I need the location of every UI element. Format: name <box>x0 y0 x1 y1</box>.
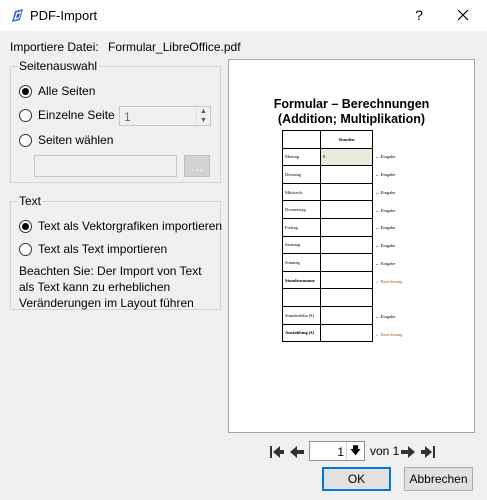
table-row: Stundenlohn (€) <box>282 305 373 325</box>
spinner-buttons[interactable]: ▲ ▼ <box>196 107 210 125</box>
annotation-eingabe: ← Eingabe <box>375 154 396 159</box>
table-row: Stundensumme <box>282 270 373 290</box>
text-group-legend: Text <box>17 194 44 208</box>
import-file-row: Importiere Datei: Formular_LibreOffice.p… <box>10 40 247 54</box>
radio-indicator[interactable] <box>19 133 32 147</box>
radio-indicator[interactable] <box>19 84 32 98</box>
page-number-dropdown-icon[interactable]: 🡇 <box>346 442 364 460</box>
radio-text-vector-label: Text als Vektorgrafiken importieren <box>38 219 223 233</box>
text-import-note: Beachten Sie: Der Import von Text als Te… <box>19 264 202 310</box>
import-file-label: Importiere Datei: <box>10 40 99 54</box>
radio-choose-pages[interactable]: Seiten wählen <box>19 133 113 147</box>
libreoffice-app-icon <box>12 9 23 22</box>
table-row: Dienstag <box>282 165 373 184</box>
page-count-label: von 1 <box>370 444 400 458</box>
annotation-eingabe: ← Eingabe <box>375 314 396 319</box>
table-cell-value: 0 <box>320 147 373 167</box>
previous-page-icon[interactable] <box>288 444 306 460</box>
annotation-eingabe: ← Eingabe <box>375 243 396 248</box>
annotation-eingabe: ← Eingabe <box>375 172 396 177</box>
radio-indicator[interactable] <box>19 242 32 256</box>
table-row: Mittwoch <box>282 182 373 202</box>
first-page-icon[interactable] <box>268 444 286 460</box>
radio-all-pages-label: Alle Seiten <box>38 84 96 98</box>
table-row: Freitag <box>282 217 373 237</box>
import-file-name: Formular_LibreOffice.pdf <box>108 40 241 54</box>
table-row: Montag 0 <box>282 147 373 167</box>
page-range-input[interactable] <box>34 155 177 177</box>
ok-button[interactable]: OK <box>322 467 391 491</box>
table-row <box>282 288 373 307</box>
table-row: Donnerstag <box>282 200 373 219</box>
annotation-berechnung: ← Berechnung <box>375 332 403 337</box>
preview-form-table: Stunden Montag 0 Dienstag Mittwoch Donner… <box>282 130 373 343</box>
table-row: Stunden <box>282 130 373 149</box>
preview-title-line1: Formular – Berechnungen <box>273 97 430 111</box>
preview-title: Formular – Berechnungen (Addition; Multi… <box>229 97 474 127</box>
close-icon[interactable] <box>452 4 474 26</box>
table-row: Sonntag <box>282 253 373 272</box>
page-number-field[interactable]: 1 🡇 <box>309 441 365 461</box>
table-header: Stunden <box>320 130 373 149</box>
last-page-icon[interactable] <box>419 444 437 460</box>
single-page-value: 1 <box>124 110 131 124</box>
window-title: PDF-Import <box>30 8 98 23</box>
annotation-eingabe: ← Eingabe <box>375 208 396 213</box>
spin-down-icon[interactable]: ▼ <box>197 116 210 125</box>
page-number-value: 1 <box>337 445 344 459</box>
title-bar: PDF-Import ? <box>0 0 487 31</box>
spin-up-icon[interactable]: ▲ <box>197 107 210 116</box>
annotation-eingabe: ← Eingabe <box>375 261 396 266</box>
radio-single-page-label: Einzelne Seite <box>38 108 115 122</box>
page-range-browse-button[interactable]: ... <box>184 155 210 177</box>
annotation-berechnung: ← Berechnung <box>375 279 403 284</box>
annotation-eingabe: ← Eingabe <box>375 190 396 195</box>
annotation-eingabe: ← Eingabe <box>375 225 396 230</box>
next-page-icon[interactable] <box>399 444 417 460</box>
radio-text-as-text-label: Text als Text importieren <box>38 242 168 256</box>
single-page-spinner[interactable]: 1 ▲ ▼ <box>119 106 211 126</box>
radio-indicator[interactable] <box>19 219 32 233</box>
radio-choose-pages-label: Seiten wählen <box>38 133 114 147</box>
table-row: Samstag <box>282 235 373 255</box>
radio-single-page[interactable]: Einzelne Seite <box>19 108 115 122</box>
table-row: Auszahlung (€) <box>282 323 373 343</box>
preview-title-line2: (Addition; Multiplikation) <box>277 112 426 126</box>
radio-text-as-text[interactable]: Text als Text importieren <box>19 242 167 256</box>
radio-text-vector[interactable]: Text als Vektorgrafiken importieren <box>19 219 222 233</box>
pdf-preview: Formular – Berechnungen (Addition; Multi… <box>228 59 475 433</box>
radio-all-pages[interactable]: Alle Seiten <box>19 84 95 98</box>
page-selection-legend: Seitenauswahl <box>17 59 100 73</box>
cancel-button[interactable]: Abbrechen <box>404 467 473 491</box>
help-button[interactable]: ? <box>408 4 430 26</box>
radio-indicator[interactable] <box>19 108 32 122</box>
